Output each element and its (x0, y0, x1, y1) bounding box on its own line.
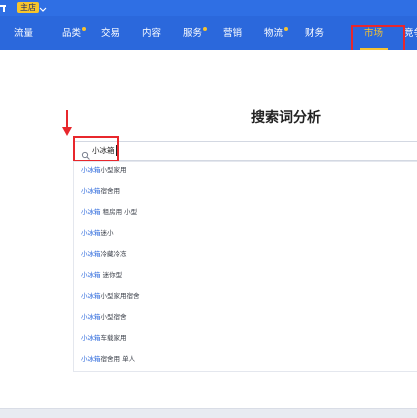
suggestion-item[interactable]: 小冰箱小型家用 (81, 166, 127, 175)
nav-item-content[interactable]: 内容 (142, 16, 161, 50)
suggestion-item[interactable]: 小冰箱车载家用 (81, 334, 127, 343)
suggestion-item[interactable]: 小冰箱小型宿舍 (81, 313, 127, 322)
nav-item-traffic[interactable]: 流量 (14, 16, 33, 50)
suggestion-item[interactable]: 小冰箱迷小 (81, 229, 114, 238)
logo-fragment-icon (0, 3, 10, 13)
annotation-box-search (73, 136, 119, 162)
nav-item-category[interactable]: 品类 (62, 16, 81, 50)
nav-dot-logistics (284, 27, 288, 31)
chevron-down-icon[interactable] (38, 1, 48, 13)
suggestion-item[interactable]: 小冰箱宿舍用 (81, 187, 120, 196)
nav-dot-service (203, 27, 207, 31)
top-bar: 主店 (0, 0, 417, 16)
annotation-arrow-icon (60, 110, 74, 138)
suggestion-item[interactable]: 小冰箱宿舍用 单人 (81, 355, 135, 364)
nav-item-marketing[interactable]: 营销 (223, 16, 242, 50)
nav-dot-category (82, 27, 86, 31)
nav-item-finance[interactable]: 财务 (305, 16, 324, 50)
nav-item-competition[interactable]: 竞争 (404, 16, 417, 50)
suggestion-item[interactable]: 小冰箱 租房用 小型 (81, 208, 137, 217)
suggestion-item[interactable]: 小冰箱小型家用宿舍 (81, 292, 140, 301)
store-badge[interactable]: 主店 (17, 2, 39, 13)
nav-item-logistics[interactable]: 物流 (264, 16, 283, 50)
suggestion-item[interactable]: 小冰箱冷藏冷冻 (81, 250, 127, 259)
suggestion-item[interactable]: 小冰箱 迷你型 (81, 271, 122, 280)
nav-item-service[interactable]: 服务 (183, 16, 202, 50)
nav-item-trade[interactable]: 交易 (101, 16, 120, 50)
search-input[interactable] (73, 141, 417, 161)
